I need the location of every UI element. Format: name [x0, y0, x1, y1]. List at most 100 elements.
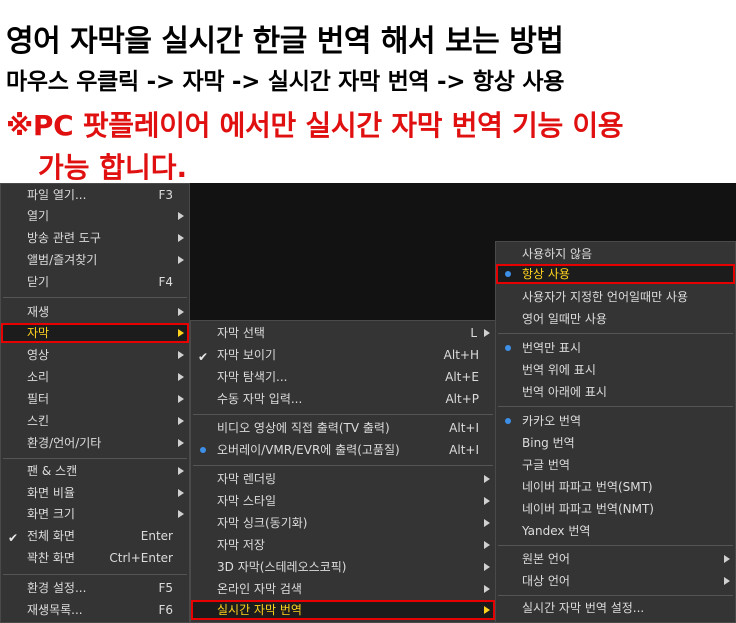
menu-item-papago-nmt[interactable]: 네이버 파파고 번역(NMT) [496, 499, 735, 519]
submenu-arrow-icon [178, 489, 184, 497]
radio-selected-icon [505, 345, 511, 351]
menu-item-skin[interactable]: 스킨 [1, 411, 189, 431]
menu-item-open[interactable]: 열기 [1, 206, 189, 226]
menu-item-user-language-only[interactable]: 사용자가 지정한 언어일때만 사용 [496, 287, 735, 307]
menu-item-preferences[interactable]: 환경 설정... F5 [1, 578, 189, 598]
submenu-arrow-icon [484, 541, 490, 549]
menu-item-google-translate[interactable]: 구글 번역 [496, 455, 735, 475]
submenu-arrow-icon [484, 475, 490, 483]
menu-item-label: 방송 관련 도구 [27, 231, 101, 245]
menu-item-label: 자막 탐색기... [217, 370, 288, 384]
submenu-arrow-icon [484, 563, 490, 571]
menu-item-direct-output-tv[interactable]: 비디오 영상에 직접 출력(TV 출력) Alt+I [191, 418, 495, 438]
menu-item-label: 자막 [27, 326, 50, 340]
menu-item-fill-screen[interactable]: 꽉찬 화면 Ctrl+Enter [1, 548, 189, 568]
menu-separator [498, 406, 733, 407]
submenu-arrow-icon [724, 555, 730, 563]
menu-item-label: 자막 선택 [217, 326, 265, 340]
menu-item-translation-settings[interactable]: 실시간 자막 번역 설정... [496, 598, 735, 618]
menu-item-label: 구글 번역 [522, 458, 570, 472]
submenu-arrow-icon [178, 212, 184, 220]
menu-item-manual-subtitle-input[interactable]: 수동 자막 입력... Alt+P [191, 389, 495, 409]
submenu-arrow-icon [178, 439, 184, 447]
submenu-arrow-icon [484, 497, 490, 505]
menu-item-pan-scan[interactable]: 팬 & 스캔 [1, 461, 189, 481]
menu-item-subtitle-style[interactable]: 자막 스타일 [191, 491, 495, 511]
menu-item-subtitle-explorer[interactable]: 자막 탐색기... Alt+E [191, 367, 495, 387]
menu-item-fullscreen[interactable]: ✔ 전체 화면 Enter [1, 526, 189, 546]
menu-item-playback[interactable]: 재생 [1, 302, 189, 322]
menu-item-label: 환경 설정... [27, 581, 87, 595]
menu-item-screen-size[interactable]: 화면 크기 [1, 504, 189, 524]
menu-item-subtitle-sync[interactable]: 자막 싱크(동기화) [191, 513, 495, 533]
submenu-arrow-icon [178, 234, 184, 242]
menu-item-label: 수동 자막 입력... [217, 392, 303, 406]
menu-item-label: 비디오 영상에 직접 출력(TV 출력) [217, 421, 390, 435]
shortcut-label: F4 [158, 275, 173, 289]
menu-item-label: 열기 [27, 209, 50, 223]
shortcut-label: L [470, 326, 477, 340]
menu-item-label: 자막 보이기 [217, 348, 277, 362]
menu-item-show-above[interactable]: 번역 위에 표시 [496, 360, 735, 380]
menu-item-select-subtitle[interactable]: 자막 선택 L [191, 323, 495, 343]
menu-item-label: 화면 비율 [27, 486, 75, 500]
menu-item-playlist[interactable]: 재생목록... F6 [1, 600, 189, 620]
shortcut-label: F6 [158, 603, 173, 617]
menu-item-kakao-translate[interactable]: 카카오 번역 [496, 411, 735, 431]
menu-item-label: 사용자가 지정한 언어일때만 사용 [522, 290, 689, 304]
menu-item-label: 실시간 자막 번역 설정... [522, 601, 645, 615]
menu-item-aspect-ratio[interactable]: 화면 비율 [1, 483, 189, 503]
submenu-arrow-icon [484, 329, 490, 337]
menu-item-label: 번역만 표시 [522, 341, 582, 355]
menu-item-3d-subtitle[interactable]: 3D 자막(스테레오스코픽) [191, 557, 495, 577]
menu-item-label: 자막 렌더링 [217, 472, 277, 486]
menu-item-audio[interactable]: 소리 [1, 367, 189, 387]
menu-item-label: 네이버 파파고 번역(NMT) [522, 502, 654, 516]
menu-item-target-language[interactable]: 대상 언어 [496, 571, 735, 591]
radio-selected-icon [200, 447, 206, 453]
shortcut-label: Enter [140, 529, 173, 543]
menu-item-open-file[interactable]: 파일 열기... F3 [1, 185, 189, 205]
submenu-arrow-icon [178, 510, 184, 518]
menu-item-broadcast-tools[interactable]: 방송 관련 도구 [1, 228, 189, 248]
menu-item-save-subtitle[interactable]: 자막 저장 [191, 535, 495, 555]
submenu-arrow-icon [484, 585, 490, 593]
menu-item-papago-smt[interactable]: 네이버 파파고 번역(SMT) [496, 477, 735, 497]
menu-item-online-subtitle-search[interactable]: 온라인 자막 검색 [191, 579, 495, 599]
menu-item-album-favorites[interactable]: 앨범/즐겨찾기 [1, 250, 189, 270]
menu-item-translation-off[interactable]: 사용하지 않음 [496, 244, 735, 264]
menu-item-show-below[interactable]: 번역 아래에 표시 [496, 382, 735, 402]
menu-item-label: 온라인 자막 검색 [217, 582, 302, 596]
subtitle-submenu: 자막 선택 L ✔ 자막 보이기 Alt+H 자막 탐색기... Alt+E 수… [190, 320, 496, 623]
menu-item-label: 실시간 자막 번역 [217, 603, 302, 617]
menu-item-label: 스킨 [27, 414, 50, 428]
submenu-arrow-icon [178, 417, 184, 425]
menu-item-show-subtitles[interactable]: ✔ 자막 보이기 Alt+H [191, 345, 495, 365]
menu-item-label: 팬 & 스캔 [27, 464, 78, 478]
menu-item-label: 영어 일때만 사용 [522, 312, 607, 326]
menu-item-close[interactable]: 닫기 F4 [1, 272, 189, 292]
menu-item-realtime-translation[interactable]: 실시간 자막 번역 [191, 600, 495, 620]
submenu-arrow-icon [178, 373, 184, 381]
shortcut-label: Alt+E [445, 370, 479, 384]
menu-item-label: 카카오 번역 [522, 414, 582, 428]
menu-item-label: 소리 [27, 370, 50, 384]
menu-item-label: 원본 언어 [522, 552, 570, 566]
menu-item-environment-language[interactable]: 환경/언어/기타 [1, 433, 189, 453]
menu-item-label: 항상 사용 [522, 267, 570, 281]
menu-item-label: 대상 언어 [522, 574, 570, 588]
menu-item-yandex-translate[interactable]: Yandex 번역 [496, 521, 735, 541]
menu-item-translation-only[interactable]: 번역만 표시 [496, 338, 735, 358]
menu-item-overlay-output[interactable]: 오버레이/VMR/EVR에 출력(고품질) Alt+I [191, 440, 495, 460]
menu-item-subtitle-rendering[interactable]: 자막 렌더링 [191, 469, 495, 489]
menu-item-bing-translate[interactable]: Bing 번역 [496, 433, 735, 453]
menu-item-label: 재생목록... [27, 603, 83, 617]
menu-item-label: 파일 열기... [27, 188, 87, 202]
menu-item-subtitles[interactable]: 자막 [1, 323, 189, 343]
menu-item-always-use[interactable]: 항상 사용 [496, 264, 735, 284]
menu-item-english-only[interactable]: 영어 일때만 사용 [496, 309, 735, 329]
menu-item-video[interactable]: 영상 [1, 345, 189, 365]
menu-item-label: 사용하지 않음 [522, 247, 593, 261]
menu-item-filters[interactable]: 필터 [1, 389, 189, 409]
menu-item-source-language[interactable]: 원본 언어 [496, 549, 735, 569]
